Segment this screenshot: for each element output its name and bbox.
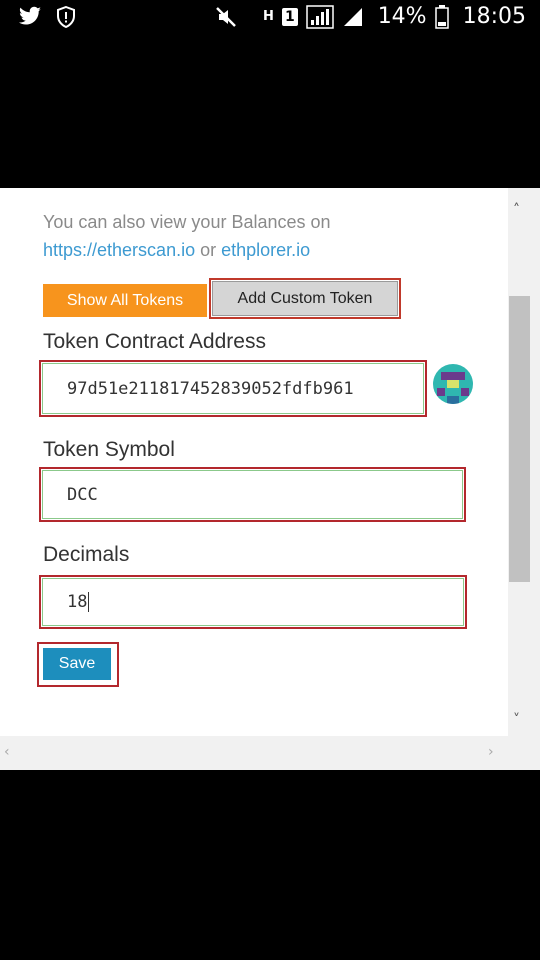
twitter-icon xyxy=(18,6,42,28)
clock: 18:05 xyxy=(462,4,526,29)
decimals-value: 18 xyxy=(67,592,88,612)
token-contract-address-value: 97d51e211817452839052fdfb961 xyxy=(67,378,354,399)
text-caret xyxy=(88,592,90,612)
token-symbol-input[interactable]: DCC xyxy=(42,470,463,519)
signal-2-icon xyxy=(342,6,364,28)
token-contract-address-input[interactable]: 97d51e211817452839052fdfb961 xyxy=(42,363,424,414)
etherscan-link[interactable]: https://etherscan.io xyxy=(43,240,195,260)
decimals-input[interactable]: 18 xyxy=(42,578,464,626)
decimals-label: Decimals xyxy=(43,543,130,566)
save-button[interactable]: Save xyxy=(43,648,111,680)
balances-info-text: You can also view your Balances on xyxy=(43,212,331,232)
token-symbol-label: Token Symbol xyxy=(43,438,175,461)
horizontal-scrollbar[interactable]: ‹ › xyxy=(0,736,540,770)
address-identicon-icon xyxy=(433,364,473,404)
scroll-down-icon[interactable]: ˅ xyxy=(513,712,520,728)
network-type-label: H xyxy=(263,9,274,24)
scroll-right-icon[interactable]: › xyxy=(488,744,494,760)
alert-shield-icon xyxy=(56,6,76,28)
token-contract-address-label: Token Contract Address xyxy=(43,330,266,353)
token-symbol-value: DCC xyxy=(67,484,98,505)
sim-slot-badge: 1 xyxy=(281,7,298,26)
scroll-left-icon[interactable]: ‹ xyxy=(4,744,10,760)
battery-percent: 14% xyxy=(377,4,427,29)
status-bar: H 1 14% 18:05 xyxy=(0,0,540,40)
add-custom-token-button[interactable]: Add Custom Token xyxy=(212,281,398,316)
show-all-tokens-button[interactable]: Show All Tokens xyxy=(43,284,207,317)
vertical-scroll-thumb[interactable] xyxy=(509,296,530,582)
battery-icon xyxy=(434,4,449,29)
mute-icon xyxy=(215,6,237,28)
balances-info: You can also view your Balances on https… xyxy=(43,208,483,264)
ethplorer-link[interactable]: ethplorer.io xyxy=(221,240,310,260)
panel-content: You can also view your Balances on https… xyxy=(0,188,508,736)
link-connector: or xyxy=(195,240,222,260)
scroll-up-icon[interactable]: ˄ xyxy=(513,202,520,218)
custom-token-panel: You can also view your Balances on https… xyxy=(0,188,540,770)
signal-icon xyxy=(305,4,334,29)
vertical-scrollbar[interactable]: ˄ ˅ xyxy=(508,188,540,736)
